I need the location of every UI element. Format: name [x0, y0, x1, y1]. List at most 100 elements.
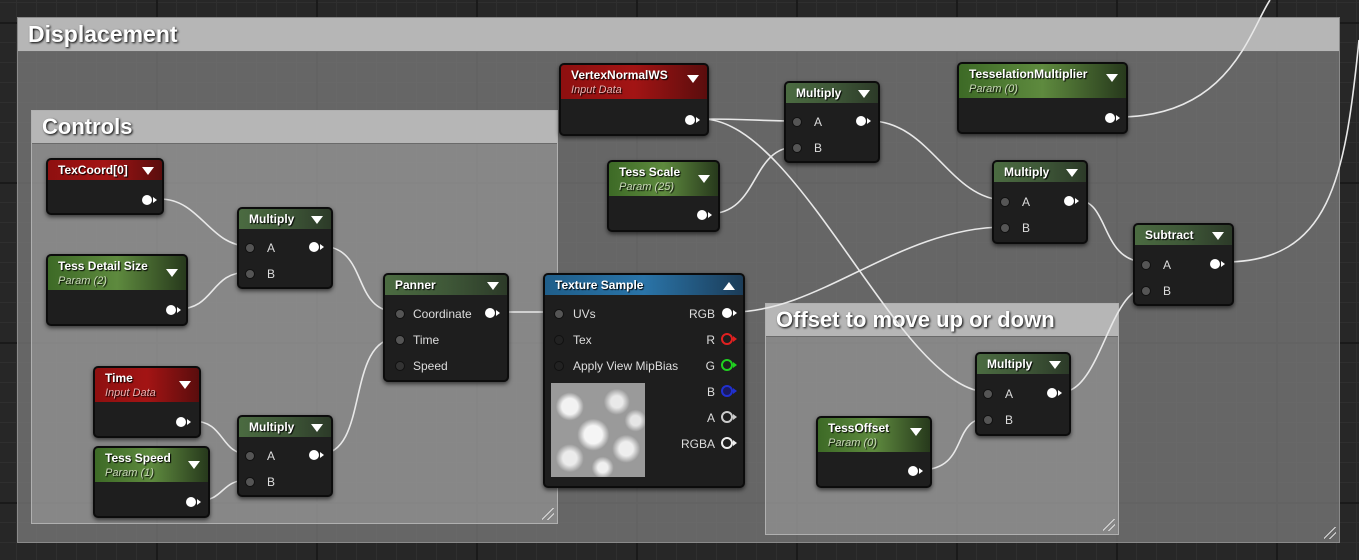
node-tesselation-multiplier[interactable]: TesselationMultiplier Param (0) [957, 62, 1128, 134]
collapse-arrow-icon[interactable] [858, 90, 870, 98]
node-header[interactable]: Subtract [1135, 225, 1232, 245]
input-pin-b[interactable] [1141, 286, 1151, 296]
input-pin-b[interactable] [792, 143, 802, 153]
input-pin-time[interactable] [395, 335, 405, 345]
output-pin-r[interactable] [721, 333, 737, 345]
node-header[interactable]: Panner [385, 275, 507, 295]
node-tess-scale[interactable]: Tess Scale Param (25) [607, 160, 720, 232]
pin-label: A [267, 241, 276, 255]
node-title: Time [105, 371, 133, 385]
node-subtitle: Param (1) [105, 467, 154, 479]
node-header[interactable]: Time Input Data [95, 368, 199, 402]
node-header[interactable]: Tess Detail Size Param (2) [48, 256, 186, 290]
input-pin-a[interactable] [1000, 197, 1010, 207]
input-pin-coordinate[interactable] [395, 309, 405, 319]
node-header[interactable]: TesselationMultiplier Param (0) [959, 64, 1126, 98]
node-multiply[interactable]: Multiply A B [237, 415, 333, 497]
input-pin-a[interactable] [245, 243, 255, 253]
collapse-arrow-icon[interactable] [311, 216, 323, 224]
pin-label: Tex [573, 333, 592, 347]
node-header[interactable]: Multiply [239, 417, 331, 437]
node-header[interactable]: TessOffset Param (0) [818, 418, 930, 452]
output-pin[interactable] [485, 308, 500, 318]
node-multiply[interactable]: Multiply A B [992, 160, 1088, 244]
output-pin[interactable] [856, 116, 871, 126]
pin-label: B [1005, 413, 1014, 427]
input-pin-a[interactable] [1141, 260, 1151, 270]
pin-label: A [1163, 258, 1172, 272]
node-header[interactable]: VertexNormalWS Input Data [561, 65, 707, 99]
input-pin-a[interactable] [983, 389, 993, 399]
output-pin[interactable] [908, 466, 923, 476]
collapse-arrow-icon[interactable] [487, 282, 499, 290]
output-pin[interactable] [697, 210, 712, 220]
node-header[interactable]: Tess Scale Param (25) [609, 162, 718, 196]
pin-label: UVs [573, 307, 596, 321]
collapse-arrow-icon[interactable] [698, 175, 710, 183]
collapse-arrow-icon[interactable] [1106, 74, 1118, 82]
output-pin[interactable] [685, 115, 700, 125]
node-multiply[interactable]: Multiply A B [784, 81, 880, 163]
input-pin-a[interactable] [792, 117, 802, 127]
node-multiply[interactable]: Multiply A B [975, 352, 1071, 436]
pin-label: R [706, 333, 715, 347]
collapse-arrow-icon[interactable] [142, 167, 154, 175]
output-pin[interactable] [309, 242, 324, 252]
input-pin-uvs[interactable] [554, 309, 564, 319]
node-header[interactable]: Multiply [239, 209, 331, 229]
node-header[interactable]: Multiply [977, 354, 1069, 374]
output-pin[interactable] [1064, 196, 1079, 206]
output-pin[interactable] [1105, 113, 1120, 123]
node-header[interactable]: Texture Sample [545, 275, 743, 295]
collapse-arrow-icon[interactable] [179, 381, 191, 389]
collapse-arrow-icon[interactable] [188, 461, 200, 469]
output-pin[interactable] [166, 305, 181, 315]
collapse-arrow-icon[interactable] [687, 75, 699, 83]
input-pin-a[interactable] [245, 451, 255, 461]
input-pin-tex[interactable] [554, 335, 564, 345]
node-time[interactable]: Time Input Data [93, 366, 201, 438]
collapse-arrow-icon[interactable] [1212, 232, 1224, 240]
node-subtitle: Param (0) [828, 437, 877, 449]
collapse-arrow-icon[interactable] [166, 269, 178, 277]
node-header[interactable]: Tess Speed Param (1) [95, 448, 208, 482]
output-pin[interactable] [309, 450, 324, 460]
pin-label: RGB [688, 307, 715, 321]
input-pin-speed[interactable] [395, 361, 405, 371]
collapse-arrow-icon[interactable] [311, 424, 323, 432]
output-pin[interactable] [1047, 388, 1062, 398]
collapse-arrow-icon[interactable] [723, 282, 735, 290]
node-vertexnormalws[interactable]: VertexNormalWS Input Data [559, 63, 709, 136]
output-pin[interactable] [186, 497, 201, 507]
output-pin-b[interactable] [721, 385, 737, 397]
output-pin-g[interactable] [721, 359, 737, 371]
node-title: Multiply [1004, 165, 1050, 179]
node-title: TesselationMultiplier [969, 67, 1088, 81]
output-pin-rgb[interactable] [722, 308, 737, 318]
node-header[interactable]: Multiply [786, 83, 878, 103]
output-pin[interactable] [142, 195, 157, 205]
node-tessoffset[interactable]: TessOffset Param (0) [816, 416, 932, 488]
collapse-arrow-icon[interactable] [1049, 361, 1061, 369]
input-pin-b[interactable] [983, 415, 993, 425]
node-title: Panner [395, 278, 436, 292]
node-header[interactable]: TexCoord[0] [48, 160, 162, 180]
collapse-arrow-icon[interactable] [1066, 169, 1078, 177]
node-texcoord[interactable]: TexCoord[0] [46, 158, 164, 215]
node-panner[interactable]: Panner Coordinate Time Speed [383, 273, 509, 382]
node-multiply[interactable]: Multiply A B [237, 207, 333, 289]
output-pin-a[interactable] [721, 411, 737, 423]
input-pin-b[interactable] [1000, 223, 1010, 233]
node-subtract[interactable]: Subtract A B [1133, 223, 1234, 306]
node-tess-detail-size[interactable]: Tess Detail Size Param (2) [46, 254, 188, 326]
input-pin-b[interactable] [245, 269, 255, 279]
node-texture-sample[interactable]: Texture Sample UVs Tex Apply View MipBia… [543, 273, 745, 488]
output-pin-rgba[interactable] [721, 437, 737, 449]
input-pin-mipbias[interactable] [554, 361, 564, 371]
input-pin-b[interactable] [245, 477, 255, 487]
output-pin[interactable] [1210, 259, 1225, 269]
node-header[interactable]: Multiply [994, 162, 1086, 182]
output-pin[interactable] [176, 417, 191, 427]
node-tess-speed[interactable]: Tess Speed Param (1) [93, 446, 210, 518]
collapse-arrow-icon[interactable] [910, 428, 922, 436]
